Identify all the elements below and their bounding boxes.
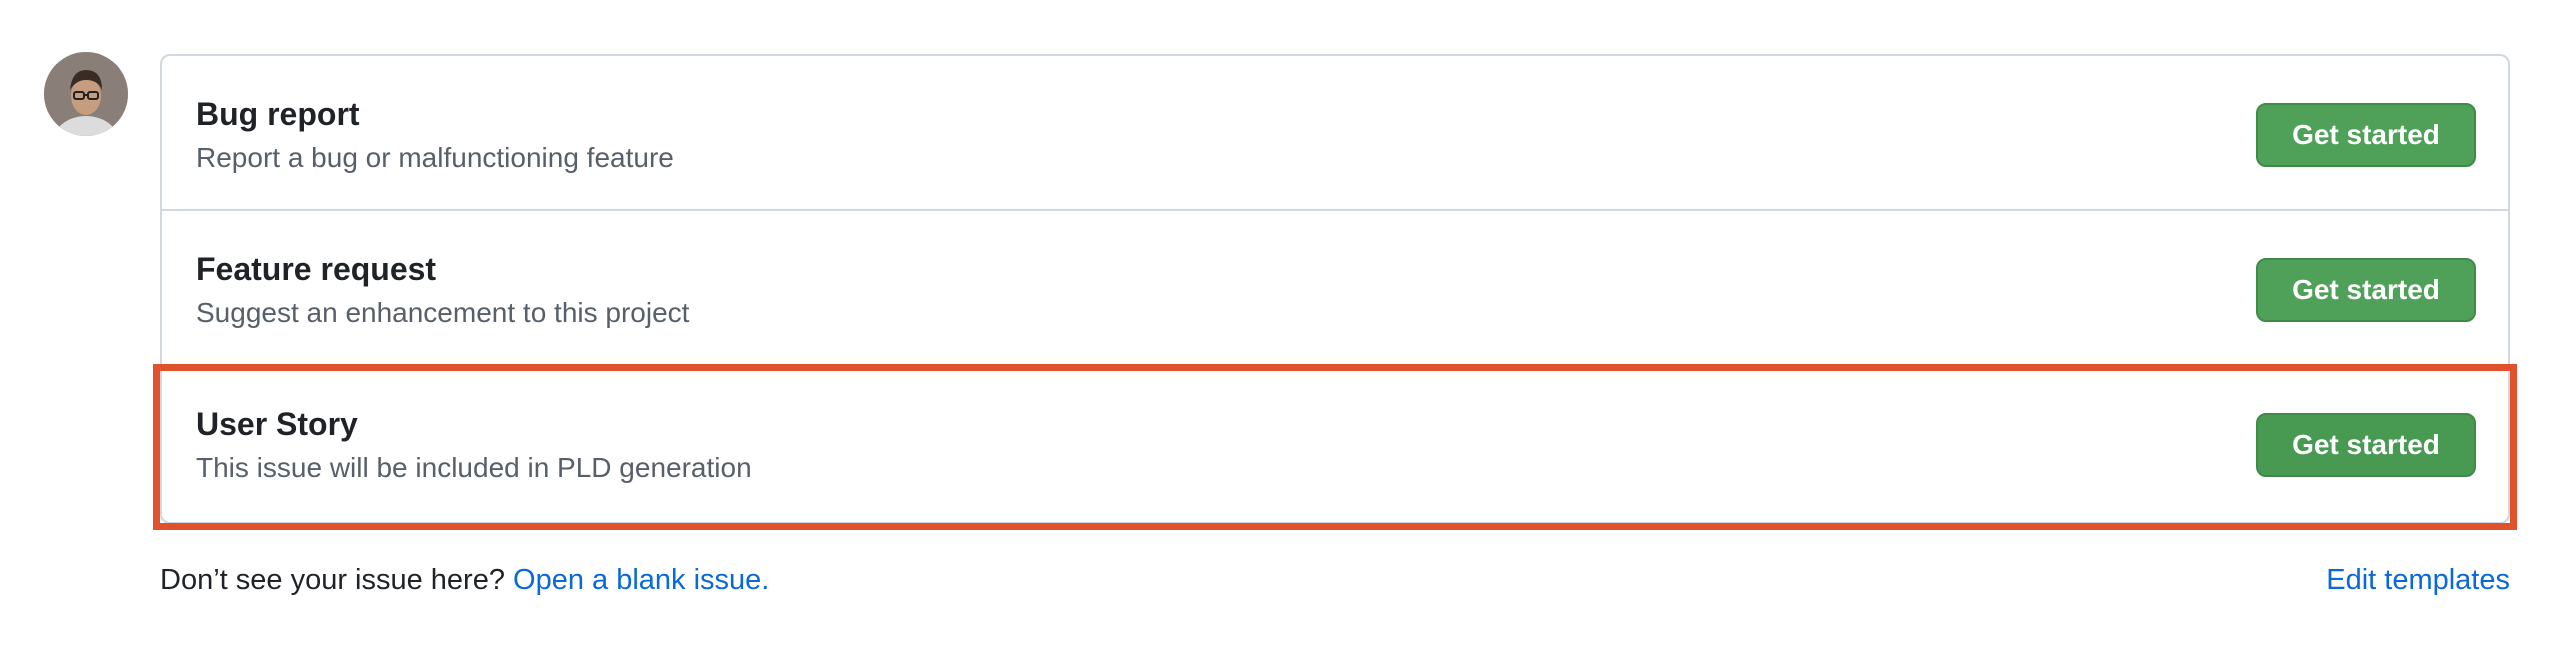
open-blank-issue-link[interactable]: Open a blank issue. [513,564,769,596]
template-description: This issue will be included in PLD gener… [196,452,752,483]
template-row-bug-report: Bug report Report a bug or malfunctionin… [162,56,2508,211]
footer-prompt: Don’t see your issue here? Open a blank … [160,562,769,598]
template-row-user-story: User Story This issue will be included i… [162,366,2508,521]
get-started-button-user-story[interactable]: Get started [2256,413,2476,477]
user-avatar-icon [44,52,128,136]
template-row-feature-request: Feature request Suggest an enhancement t… [162,211,2508,366]
template-title: Feature request [196,251,437,287]
template-title: Bug report [196,96,360,132]
edit-templates-link[interactable]: Edit templates [2326,562,2510,598]
avatar[interactable] [44,52,128,136]
template-description: Suggest an enhancement to this project [196,297,690,328]
issue-templates-list: Bug report Report a bug or malfunctionin… [160,54,2510,524]
template-description: Report a bug or malfunctioning feature [196,142,674,173]
template-title: User Story [196,406,358,442]
get-started-button-feature-request[interactable]: Get started [2256,258,2476,322]
get-started-button-bug-report[interactable]: Get started [2256,103,2476,167]
footer-prompt-text: Don’t see your issue here? [160,564,514,596]
